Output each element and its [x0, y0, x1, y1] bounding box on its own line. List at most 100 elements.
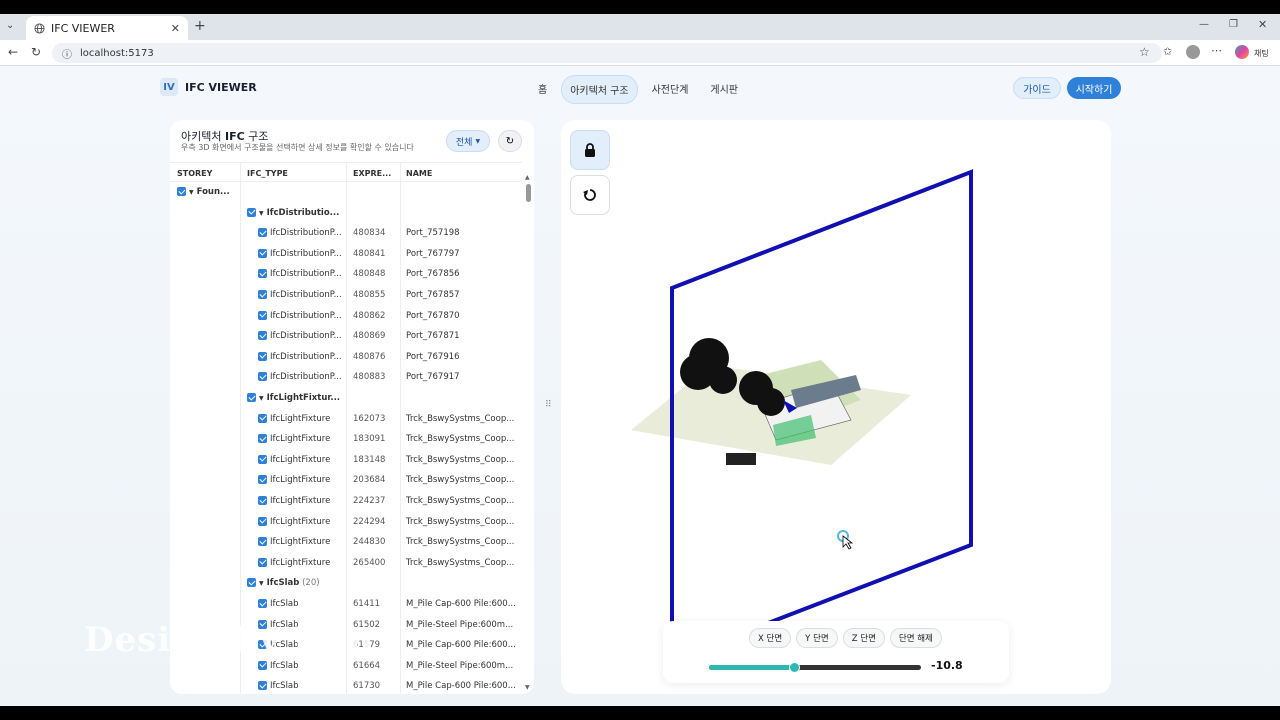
- start-button[interactable]: 시작하기: [1067, 77, 1121, 99]
- more-menu-icon[interactable]: ⋯: [1211, 44, 1222, 57]
- checkbox[interactable]: [258, 413, 267, 423]
- checkbox[interactable]: [258, 681, 267, 691]
- clear-section-button[interactable]: 단면 해제: [889, 628, 942, 648]
- favorites-icon[interactable]: ✩: [1163, 45, 1172, 58]
- table-row[interactable]: IfcDistributionP... 480855 Port_767857: [170, 285, 522, 306]
- checkbox[interactable]: [258, 496, 267, 505]
- lock-button[interactable]: [570, 130, 610, 170]
- ifc-type: IfcDistributionP...: [270, 248, 342, 259]
- bookmark-star-icon[interactable]: ☆: [1139, 45, 1150, 59]
- caret-down-icon[interactable]: ▼: [259, 395, 264, 402]
- table-row[interactable]: IfcDistributionP... 480883 Port_767917: [170, 367, 522, 388]
- table-row[interactable]: IfcLightFixture 244830 Trck_BswySystms_Coo…: [170, 532, 522, 553]
- copilot-icon[interactable]: [1235, 45, 1249, 59]
- checkbox[interactable]: [258, 537, 267, 547]
- nav-pre-stage[interactable]: 사전단계: [644, 75, 697, 104]
- checkbox[interactable]: [177, 187, 186, 196]
- model-scene[interactable]: [561, 120, 1111, 694]
- table-row[interactable]: IfcLightFixture 224237 Trck_BswySystms_Coo…: [170, 491, 522, 512]
- table-row[interactable]: IfcLightFixture 265400 Trck_BswySystms_Coo…: [170, 553, 522, 574]
- z-section-button[interactable]: Z 단면: [842, 628, 885, 648]
- group-row[interactable]: ▼ IfcDistributio...: [170, 203, 522, 224]
- checkbox[interactable]: [258, 475, 267, 485]
- site-info-icon[interactable]: ⓘ: [62, 46, 72, 61]
- tab-close-icon[interactable]: ✕: [171, 22, 180, 35]
- y-section-button[interactable]: Y 단면: [796, 628, 838, 648]
- url-field[interactable]: ⓘ localhost:5173: [52, 43, 1162, 63]
- table-row[interactable]: IfcDistributionP... 480834 Port_757198: [170, 223, 522, 244]
- resize-handle-icon[interactable]: ⠿: [545, 400, 552, 410]
- checkbox[interactable]: [258, 351, 267, 361]
- viewer-3d[interactable]: X 단면 Y 단면 Z 단면 단면 해제 -10.8: [561, 120, 1111, 694]
- refresh-button[interactable]: ↻: [498, 130, 522, 152]
- app-logo[interactable]: IV IFC VIEWER: [160, 78, 257, 96]
- reload-icon[interactable]: ↻: [31, 45, 41, 59]
- table-row[interactable]: IfcSlab 61730 M_Pile Cap-600 Pile:600...: [170, 676, 522, 694]
- checkbox[interactable]: [247, 393, 256, 402]
- table-row[interactable]: IfcLightFixture 203684 Trck_BswySystms_Coo…: [170, 470, 522, 491]
- checkbox[interactable]: [247, 207, 256, 217]
- col-ifc-type[interactable]: IFC_TYPE: [247, 169, 288, 178]
- group-row[interactable]: ▼ IfcLightFixtur...: [170, 388, 522, 409]
- checkbox[interactable]: [258, 660, 267, 670]
- checkbox[interactable]: [258, 248, 267, 258]
- scroll-down-icon[interactable]: ▼: [525, 684, 530, 691]
- reset-view-button[interactable]: [570, 175, 610, 215]
- table-row[interactable]: IfcDistributionP... 480862 Port_767870: [170, 306, 522, 327]
- checkbox[interactable]: [258, 228, 267, 238]
- ifc-tree-panel: 아키텍처 IFC 구조 우측 3D 화면에서 구조물을 선택하면 상세 정보를 …: [170, 120, 534, 694]
- rotate-icon: [583, 189, 596, 201]
- storey-row[interactable]: ▼ Foun...: [170, 182, 522, 203]
- table-row[interactable]: IfcDistributionP... 480841 Port_767797: [170, 244, 522, 265]
- table-row[interactable]: IfcSlab 61411 M_Pile Cap-600 Pile:600...: [170, 594, 522, 615]
- expression-id: 61664: [353, 660, 381, 671]
- checkbox[interactable]: [258, 557, 267, 567]
- scroll-up-icon[interactable]: ▲: [525, 174, 530, 181]
- filter-dropdown[interactable]: 전체 ▼: [446, 130, 490, 152]
- checkbox[interactable]: [258, 434, 267, 444]
- caret-down-icon[interactable]: ▼: [259, 210, 264, 217]
- section-slider[interactable]: [709, 662, 921, 673]
- checkbox[interactable]: [258, 372, 267, 382]
- checkbox[interactable]: [247, 578, 256, 588]
- checkbox[interactable]: [258, 331, 267, 341]
- table-row[interactable]: IfcLightFixture 183091 Trck_BswySystms_Coo…: [170, 429, 522, 450]
- checkbox[interactable]: [258, 269, 267, 279]
- checkbox[interactable]: [258, 516, 267, 526]
- ifc-type: IfcLightFixture: [270, 434, 331, 445]
- browser-tab[interactable]: IFC VIEWER ✕: [26, 16, 188, 40]
- nav-home[interactable]: 홈: [530, 75, 555, 104]
- restore-icon[interactable]: ❐: [1229, 19, 1238, 30]
- table-scrollbar[interactable]: ▲ ▼: [524, 174, 532, 694]
- table-row[interactable]: IfcDistributionP... 480869 Port_767871: [170, 326, 522, 347]
- slider-knob[interactable]: [788, 662, 800, 673]
- caret-down-icon[interactable]: ▼: [189, 189, 194, 196]
- table-row[interactable]: IfcLightFixture 224294 Trck_BswySystms_Coo…: [170, 512, 522, 533]
- checkbox[interactable]: [258, 310, 267, 320]
- table-row[interactable]: IfcLightFixture 162073 Trck_BswySystms_Coo…: [170, 409, 522, 430]
- nav-architecture[interactable]: 아키텍처 구조: [561, 75, 638, 104]
- checkbox[interactable]: [258, 290, 267, 299]
- col-expression[interactable]: EXPRE...: [353, 169, 391, 178]
- back-icon[interactable]: ←: [8, 45, 18, 59]
- x-section-button[interactable]: X 단면: [749, 628, 792, 648]
- tab-list-chevron-icon[interactable]: ⌄: [6, 20, 14, 31]
- scroll-thumb[interactable]: [526, 184, 531, 202]
- new-tab-icon[interactable]: +: [194, 18, 206, 34]
- checkbox[interactable]: [258, 599, 267, 608]
- guide-button[interactable]: 가이드: [1013, 77, 1061, 99]
- checkbox[interactable]: [258, 454, 267, 464]
- caret-down-icon[interactable]: ▼: [259, 580, 264, 587]
- minimize-icon[interactable]: —: [1199, 19, 1209, 30]
- table-row[interactable]: IfcDistributionP... 480876 Port_767916: [170, 347, 522, 368]
- window-close-icon[interactable]: ✕: [1258, 18, 1267, 31]
- chat-label[interactable]: 채팅: [1254, 48, 1269, 59]
- nav-board[interactable]: 게시판: [702, 75, 746, 104]
- group-row[interactable]: ▼ IfcSlab (20): [170, 573, 522, 594]
- ifc-type: IfcDistributionP...: [270, 372, 342, 383]
- col-storey[interactable]: STOREY: [177, 169, 212, 178]
- table-row[interactable]: IfcLightFixture 183148 Trck_BswySystms_Coo…: [170, 450, 522, 471]
- profile-avatar[interactable]: [1186, 45, 1200, 59]
- table-row[interactable]: IfcDistributionP... 480848 Port_767856: [170, 264, 522, 285]
- col-name[interactable]: NAME: [406, 169, 432, 178]
